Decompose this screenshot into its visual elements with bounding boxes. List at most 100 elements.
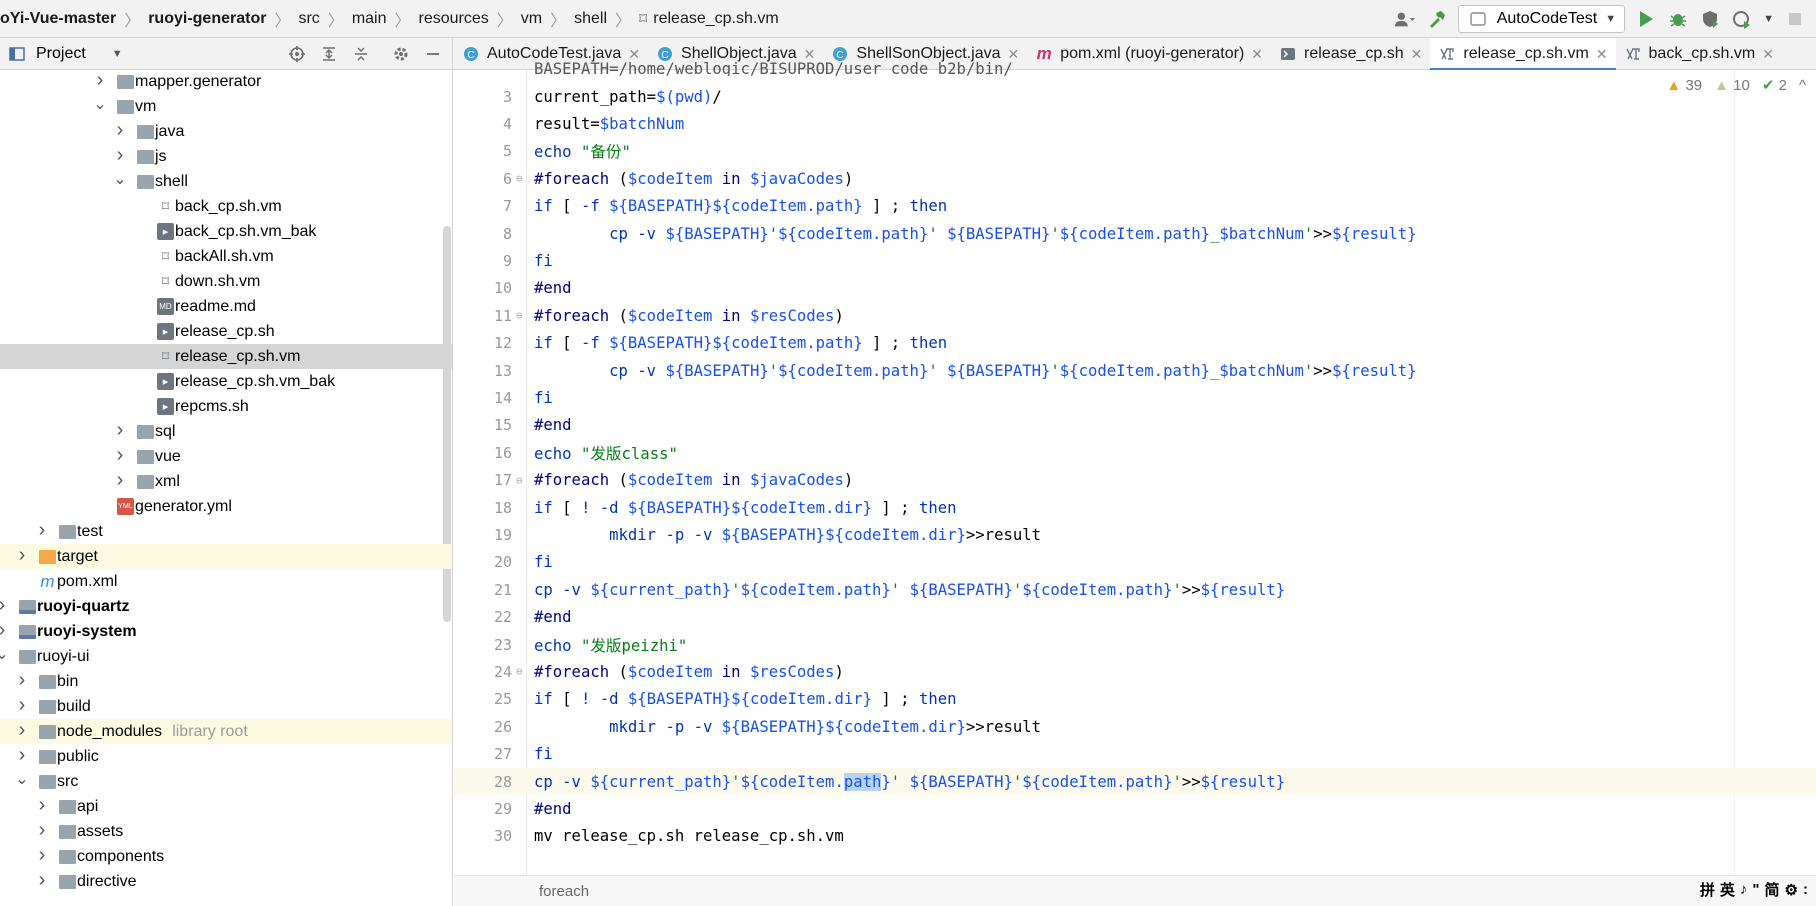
chevron-right-icon[interactable]: › — [113, 144, 127, 167]
chevron-right-icon[interactable]: › — [113, 444, 127, 467]
chevron-down-icon[interactable]: ⌄ — [15, 769, 29, 789]
code-editor[interactable]: BASEPATH=/home/weblogic/BISUPROD/user_co… — [454, 60, 1816, 906]
ime-indicator[interactable]: " — [1752, 881, 1759, 898]
chevron-down-icon[interactable]: ⌄ — [113, 169, 127, 189]
ime-indicator[interactable]: : — [1803, 881, 1808, 898]
tree-item[interactable]: › components — [0, 844, 452, 869]
tree-item[interactable]: ⌑ back_cp.sh.vm — [0, 194, 452, 219]
fold-marker-icon[interactable]: ⊖ — [516, 474, 523, 487]
coverage-icon[interactable] — [1699, 8, 1721, 30]
tree-item[interactable]: › directive — [0, 869, 452, 894]
breadcrumb-item[interactable]: src — [292, 10, 325, 28]
tree-item[interactable]: m pom.xml — [0, 569, 452, 594]
build-hammer-icon[interactable] — [1426, 8, 1448, 30]
breadcrumb-item[interactable]: ⌑ release_cp.sh.vm — [633, 9, 785, 29]
ime-indicator[interactable]: ⚙ — [1785, 881, 1798, 899]
chevron-right-icon[interactable]: › — [0, 594, 9, 617]
chevron-right-icon[interactable]: › — [35, 519, 49, 542]
tree-item[interactable]: › ruoyi-quartz — [0, 594, 452, 619]
locate-file-icon[interactable] — [286, 43, 308, 65]
chevron-right-icon[interactable]: › — [15, 744, 29, 767]
tree-item[interactable]: › java — [0, 119, 452, 144]
shell-script-icon: ▸ — [157, 398, 174, 415]
line-number: 29 — [493, 799, 512, 818]
tree-item[interactable]: › public — [0, 744, 452, 769]
tree-item[interactable]: › sql — [0, 419, 452, 444]
code-token: ' — [731, 772, 741, 791]
tree-item[interactable]: ⌑ down.sh.vm — [0, 269, 452, 294]
tree-item[interactable]: ▸ release_cp.sh.vm_bak — [0, 369, 452, 394]
expand-all-icon[interactable] — [318, 43, 340, 65]
tree-item[interactable]: MD readme.md — [0, 294, 452, 319]
tree-item[interactable]: › assets — [0, 819, 452, 844]
chevron-right-icon[interactable]: › — [113, 119, 127, 142]
more-run-actions-icon[interactable]: ▼ — [1763, 13, 1774, 25]
chevron-right-icon[interactable]: › — [93, 70, 107, 92]
code-token: -f — [580, 334, 610, 353]
run-icon[interactable] — [1635, 8, 1657, 30]
tree-item[interactable]: › build — [0, 694, 452, 719]
tree-item[interactable]: › mapper.generator — [0, 70, 452, 94]
chevron-down-icon[interactable]: ⌄ — [93, 94, 107, 114]
chevron-right-icon[interactable]: › — [35, 844, 49, 867]
tree-item[interactable]: ▸ repcms.sh — [0, 394, 452, 419]
ime-indicator[interactable]: ♪ — [1740, 881, 1748, 898]
tree-item[interactable]: ⌄ ruoyi-ui — [0, 644, 452, 669]
chevron-right-icon[interactable]: › — [15, 694, 29, 717]
tree-item[interactable]: › js — [0, 144, 452, 169]
chevron-right-icon[interactable]: › — [15, 544, 29, 567]
run-configuration-select[interactable]: AutoCodeTest ▼ — [1457, 5, 1626, 33]
tree-item[interactable]: YML generator.yml — [0, 494, 452, 519]
debug-icon[interactable] — [1667, 8, 1689, 30]
tree-item[interactable]: ▸ release_cp.sh — [0, 319, 452, 344]
fold-marker-icon[interactable]: ⊖ — [516, 665, 523, 678]
tree-item[interactable]: ⌄ shell — [0, 169, 452, 194]
chevron-right-icon[interactable]: › — [0, 619, 9, 642]
breadcrumb-item[interactable]: shell — [568, 10, 613, 28]
tree-item[interactable]: ⌄ src — [0, 769, 452, 794]
gear-icon[interactable] — [390, 43, 412, 65]
tree-item[interactable]: › vue — [0, 444, 452, 469]
tree-item[interactable]: ⌑ backAll.sh.vm — [0, 244, 452, 269]
line-number: 30 — [493, 827, 512, 846]
breadcrumb-item[interactable]: vm — [515, 10, 548, 28]
tree-item[interactable]: ⌑ release_cp.sh.vm — [0, 344, 452, 369]
chevron-right-icon[interactable]: › — [113, 469, 127, 492]
ime-indicator[interactable]: 简 — [1765, 879, 1780, 900]
user-account-icon[interactable] — [1394, 8, 1416, 30]
minimize-icon[interactable] — [422, 43, 444, 65]
line-number: 24 — [493, 662, 512, 681]
chevron-right-icon[interactable]: › — [35, 819, 49, 842]
tree-item[interactable]: › node_modules library root — [0, 719, 452, 744]
fold-marker-icon[interactable]: ⊖ — [516, 309, 523, 322]
ime-indicator[interactable]: 英 — [1720, 879, 1735, 900]
tree-item[interactable]: › target — [0, 544, 452, 569]
code-context-breadcrumb[interactable]: foreach — [539, 883, 589, 900]
chevron-right-icon[interactable]: › — [113, 419, 127, 442]
ime-toolbar[interactable]: 拼英 ♪ " 简 ⚙: — [1700, 879, 1808, 900]
tree-item[interactable]: › ruoyi-system — [0, 619, 452, 644]
tree-item[interactable]: › api — [0, 794, 452, 819]
breadcrumb-item[interactable]: oYi-Vue-master — [0, 10, 122, 28]
project-view-selector[interactable]: Project ▼ — [0, 43, 123, 65]
tree-item[interactable]: › bin — [0, 669, 452, 694]
chevron-right-icon[interactable]: › — [35, 869, 49, 892]
chevron-down-icon[interactable]: ⌄ — [0, 644, 9, 664]
fold-marker-icon[interactable]: ⊖ — [516, 172, 523, 185]
tree-item[interactable]: › xml — [0, 469, 452, 494]
breadcrumb-item[interactable]: resources — [413, 10, 495, 28]
chevron-right-icon[interactable]: › — [15, 719, 29, 742]
chevron-right-icon[interactable]: › — [15, 669, 29, 692]
line-number: 3 — [502, 87, 512, 106]
collapse-all-icon[interactable] — [350, 43, 372, 65]
breadcrumb-item[interactable]: main — [346, 10, 393, 28]
stop-icon[interactable] — [1784, 8, 1806, 30]
ime-indicator[interactable]: 拼 — [1700, 879, 1715, 900]
tree-item[interactable]: › test — [0, 519, 452, 544]
chevron-right-icon[interactable]: › — [35, 794, 49, 817]
code-line: 4 result=$batchNum — [454, 110, 1816, 137]
profile-icon[interactable] — [1731, 8, 1753, 30]
breadcrumb-item[interactable]: ruoyi-generator — [142, 10, 272, 28]
tree-item[interactable]: ⌄ vm — [0, 94, 452, 119]
tree-item[interactable]: ▸ back_cp.sh.vm_bak — [0, 219, 452, 244]
